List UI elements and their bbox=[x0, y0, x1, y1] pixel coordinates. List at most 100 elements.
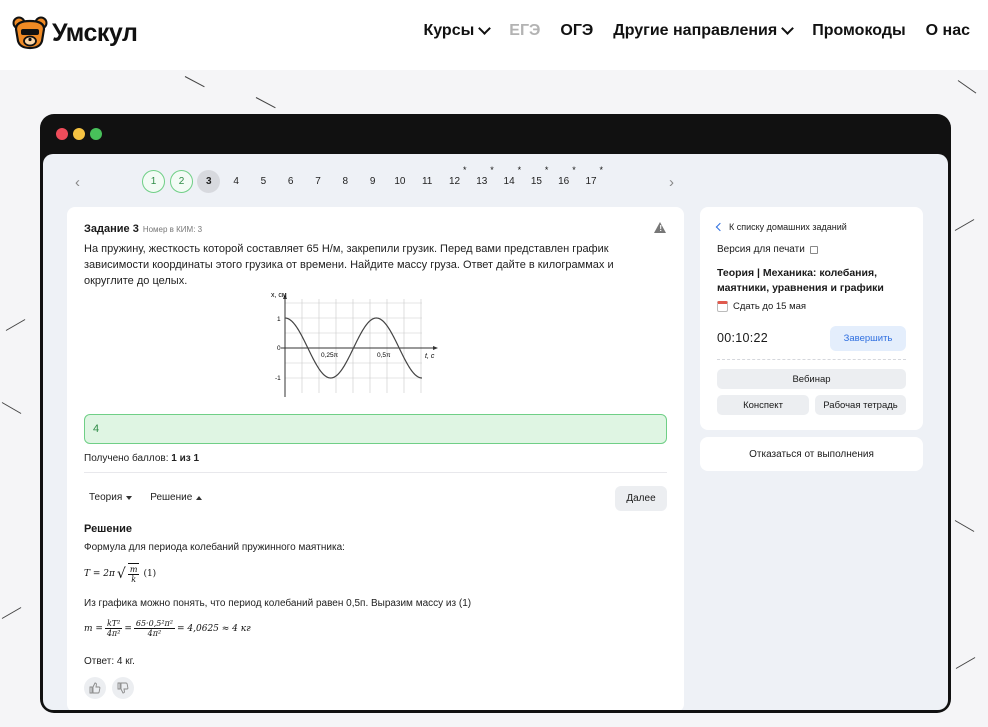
homework-side-panel: К списку домашних заданий Версия для печ… bbox=[700, 207, 923, 430]
app-screen: ‹ 1 2 3 4 5 6 7 8 9 10 11 12 * 13 * 14 * 15 * 16 * 17 * › Зада… bbox=[43, 154, 948, 710]
dashed-divider bbox=[717, 359, 906, 360]
nav-promo[interactable]: Промокоды bbox=[812, 22, 905, 40]
formula-period: T = 2π √ m k (1) bbox=[84, 563, 156, 584]
pager-item[interactable]: 5 bbox=[252, 170, 275, 193]
solution-answer-line: Ответ: 4 кг. bbox=[84, 656, 135, 667]
nav-courses-label: Курсы bbox=[423, 22, 475, 39]
pager-item[interactable]: 9 bbox=[361, 170, 384, 193]
caret-up-icon bbox=[196, 495, 203, 500]
browser-window: ‹ 1 2 3 4 5 6 7 8 9 10 11 12 * 13 * 14 * 15 * 16 * 17 * › Зада… bbox=[40, 114, 951, 713]
decor-dash bbox=[954, 520, 975, 532]
answer-field[interactable]: 4 bbox=[84, 414, 667, 444]
window-maximize-dot[interactable] bbox=[90, 128, 102, 140]
decor-dash bbox=[255, 97, 276, 109]
decor-dash bbox=[955, 657, 976, 669]
solution-tabs: Теория Решение bbox=[89, 492, 203, 503]
warning-mark: ! bbox=[659, 224, 662, 233]
task-text: На пружину, жесткость которой составляет… bbox=[84, 243, 614, 287]
window-close-dot[interactable] bbox=[56, 128, 68, 140]
tab-solution[interactable]: Решение bbox=[150, 492, 203, 503]
logo[interactable]: Умскул bbox=[12, 15, 138, 51]
refuse-button[interactable]: Отказаться от выполнения bbox=[700, 437, 923, 471]
kim-number: Номер в КИМ: 3 bbox=[142, 225, 203, 234]
pager-item[interactable]: 7 bbox=[307, 170, 330, 193]
pager-next-icon[interactable]: › bbox=[669, 174, 674, 191]
decor-dash bbox=[954, 219, 975, 231]
graph-ytick: 0 bbox=[277, 345, 281, 352]
due-date-label: Сдать до 15 мая bbox=[733, 301, 807, 312]
tab-solution-label: Решение bbox=[150, 492, 193, 503]
task-pager: ‹ 1 2 3 4 5 6 7 8 9 10 11 12 * 13 * 14 * 15 * 16 * 17 * › bbox=[43, 165, 948, 194]
decor-dash bbox=[184, 76, 205, 88]
task-title: Задание 3 Номер в КИМ: 3 bbox=[84, 223, 202, 235]
formula-mass-den1: 4π² bbox=[106, 629, 121, 638]
pager-item[interactable]: 10 bbox=[388, 170, 411, 193]
chevron-down-icon bbox=[478, 22, 492, 35]
print-link-label: Версия для печати bbox=[717, 244, 805, 255]
main-nav: Курсы ЕГЭ ОГЭ Другие направления Промоко… bbox=[423, 22, 970, 40]
calendar-icon bbox=[717, 301, 728, 312]
window-minimize-dot[interactable] bbox=[73, 128, 85, 140]
nav-oge[interactable]: ОГЭ bbox=[560, 22, 593, 40]
graph-ytick: 1 bbox=[277, 316, 281, 323]
site-header: Умскул Курсы ЕГЭ ОГЭ Другие направления … bbox=[0, 0, 988, 70]
pager-item[interactable]: 4 bbox=[225, 170, 248, 193]
nav-other-label: Другие направления bbox=[613, 22, 778, 39]
homework-title: Теория | Механика: колебания, маятники, … bbox=[717, 267, 884, 294]
tab-theory[interactable]: Теория bbox=[89, 492, 133, 503]
solution-line-1: Формула для периода колебаний пружинного… bbox=[84, 542, 345, 553]
nav-ege[interactable]: ЕГЭ bbox=[509, 22, 540, 40]
graph-grid bbox=[285, 299, 422, 393]
pager-prev-icon[interactable]: ‹ bbox=[75, 174, 80, 191]
nav-promo-label: Промокоды bbox=[812, 22, 906, 39]
formula-period-lhs: T = 2π bbox=[84, 568, 115, 579]
nav-other[interactable]: Другие направления bbox=[613, 22, 795, 40]
webinar-button[interactable]: Вебинар bbox=[717, 369, 906, 389]
pager-item[interactable]: 2 bbox=[170, 170, 193, 193]
score-label: Получено баллов: bbox=[84, 453, 169, 464]
nav-ege-label: ЕГЭ bbox=[509, 22, 541, 39]
solution-line-2: Из графика можно понять, что период коле… bbox=[84, 598, 472, 609]
decor-dash bbox=[1, 402, 22, 414]
graph-ytick: -1 bbox=[275, 375, 281, 382]
nav-about[interactable]: О нас bbox=[926, 22, 970, 40]
solution-heading: Решение bbox=[84, 523, 132, 535]
formula-mass-fraction-1: kT² 4π² bbox=[104, 619, 123, 638]
sqrt-icon: √ bbox=[116, 565, 126, 582]
summary-button[interactable]: Конспект bbox=[717, 395, 809, 415]
oscillation-graph: x, см t, с 1 0 -1 0,25π 0,5π bbox=[271, 292, 438, 397]
next-button[interactable]: Далее bbox=[615, 486, 667, 511]
pager-item[interactable]: 8 bbox=[334, 170, 357, 193]
formula-period-fraction: m k bbox=[127, 563, 140, 584]
formula-mass-eq: = bbox=[124, 623, 132, 634]
like-button[interactable] bbox=[84, 677, 106, 699]
formula-mass-den2: 4π² bbox=[147, 629, 162, 638]
task-card: Задание 3 Номер в КИМ: 3 ! На пружину, же… bbox=[67, 207, 684, 710]
back-link-label: К списку домашних заданий bbox=[729, 222, 847, 232]
dislike-button[interactable] bbox=[112, 677, 134, 699]
chevron-down-icon bbox=[781, 22, 795, 35]
workbook-button[interactable]: Рабочая тетрадь bbox=[815, 395, 906, 415]
external-link-icon bbox=[809, 245, 818, 254]
back-to-homework-link[interactable]: К списку домашних заданий bbox=[715, 222, 847, 232]
formula-period-num: m bbox=[127, 565, 140, 575]
formula-period-den: k bbox=[131, 575, 137, 584]
caret-down-icon bbox=[126, 495, 133, 500]
star-icon: * bbox=[599, 165, 604, 175]
print-version-link[interactable]: Версия для печати bbox=[717, 244, 818, 255]
formula-mass-num2: 65·0,5²π² bbox=[133, 619, 175, 629]
nav-oge-label: ОГЭ bbox=[560, 22, 594, 39]
pager-item[interactable]: 6 bbox=[279, 170, 302, 193]
graph-ylabel: x, см bbox=[271, 292, 287, 299]
formula-mass-rhs: = 4,0625 ≈ 4 кг bbox=[177, 623, 251, 634]
pager-item[interactable]: 1 bbox=[142, 170, 165, 193]
thumbs-up-icon bbox=[89, 682, 101, 694]
pager-item[interactable]: 3 bbox=[197, 170, 221, 193]
finish-button[interactable]: Завершить bbox=[830, 326, 906, 351]
decor-dash bbox=[5, 319, 26, 331]
pager-item[interactable]: 11 bbox=[416, 170, 439, 193]
star-icon: * bbox=[544, 165, 549, 175]
score-value: 1 из 1 bbox=[171, 453, 200, 464]
decor-dash bbox=[1, 607, 22, 619]
nav-courses[interactable]: Курсы bbox=[423, 22, 492, 40]
